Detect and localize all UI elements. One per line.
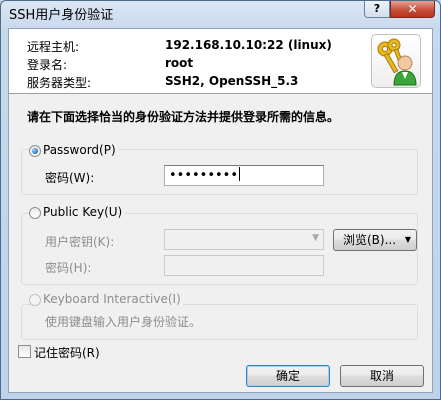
dialog-window: SSH用户身份验证 ? ✕ 远程主机: 192.168.10.10:22 (li… (0, 0, 441, 400)
browse-button[interactable]: 浏览(B)... ▼ (333, 229, 417, 251)
password-input[interactable]: ••••••••• (164, 165, 324, 186)
instruction-text: 请在下面选择恰当的身份验证方法并提供登录所需的信息。 (27, 110, 340, 124)
server-type-label: 服务器类型: (27, 76, 92, 90)
cancel-button[interactable]: 取消 (340, 365, 424, 387)
publickey-radio-label[interactable]: Public Key(U) (41, 205, 125, 219)
publickey-radio[interactable] (29, 207, 41, 219)
remember-password-label[interactable]: 记住密码(R) (34, 344, 100, 361)
user-key-label: 用户密钥(K): (45, 235, 115, 249)
remember-password-checkbox[interactable] (18, 345, 31, 358)
window-title: SSH用户身份验证 (9, 8, 114, 23)
keyboard-interactive-radio[interactable] (29, 294, 41, 306)
header-divider (9, 93, 432, 94)
dropdown-arrow-icon: ▼ (404, 235, 411, 244)
keyboard-interactive-label[interactable]: Keyboard Interactive(I) (41, 292, 183, 306)
host-label: 远程主机: (27, 40, 80, 54)
chevron-down-icon: ▼ (312, 233, 319, 243)
password-field-label: 密码(W): (45, 171, 95, 185)
help-button[interactable]: ? (364, 1, 390, 18)
keys-user-icon (371, 34, 421, 88)
connection-info-panel: 远程主机: 192.168.10.10:22 (linux) 登录名: root… (9, 29, 432, 93)
server-type-value: SSH2, OpenSSH_5.3 (165, 74, 299, 88)
ok-button[interactable]: 确定 (246, 365, 330, 387)
user-key-select[interactable]: ▼ (164, 229, 324, 250)
close-button[interactable]: ✕ (390, 1, 435, 18)
password-radio[interactable] (29, 145, 41, 157)
password-radio-label[interactable]: Password(P) (41, 143, 118, 157)
passphrase-label: 密码(H): (45, 261, 92, 275)
host-value: 192.168.10.10:22 (linux) (165, 38, 332, 52)
dialog-body: 远程主机: 192.168.10.10:22 (linux) 登录名: root… (8, 28, 433, 393)
passphrase-input[interactable] (164, 255, 324, 276)
user-label: 登录名: (27, 58, 68, 72)
browse-button-label: 浏览(B)... (343, 233, 397, 247)
keyboard-interactive-description: 使用键盘输入用户身份验证。 (45, 315, 202, 329)
user-value: root (165, 56, 194, 70)
